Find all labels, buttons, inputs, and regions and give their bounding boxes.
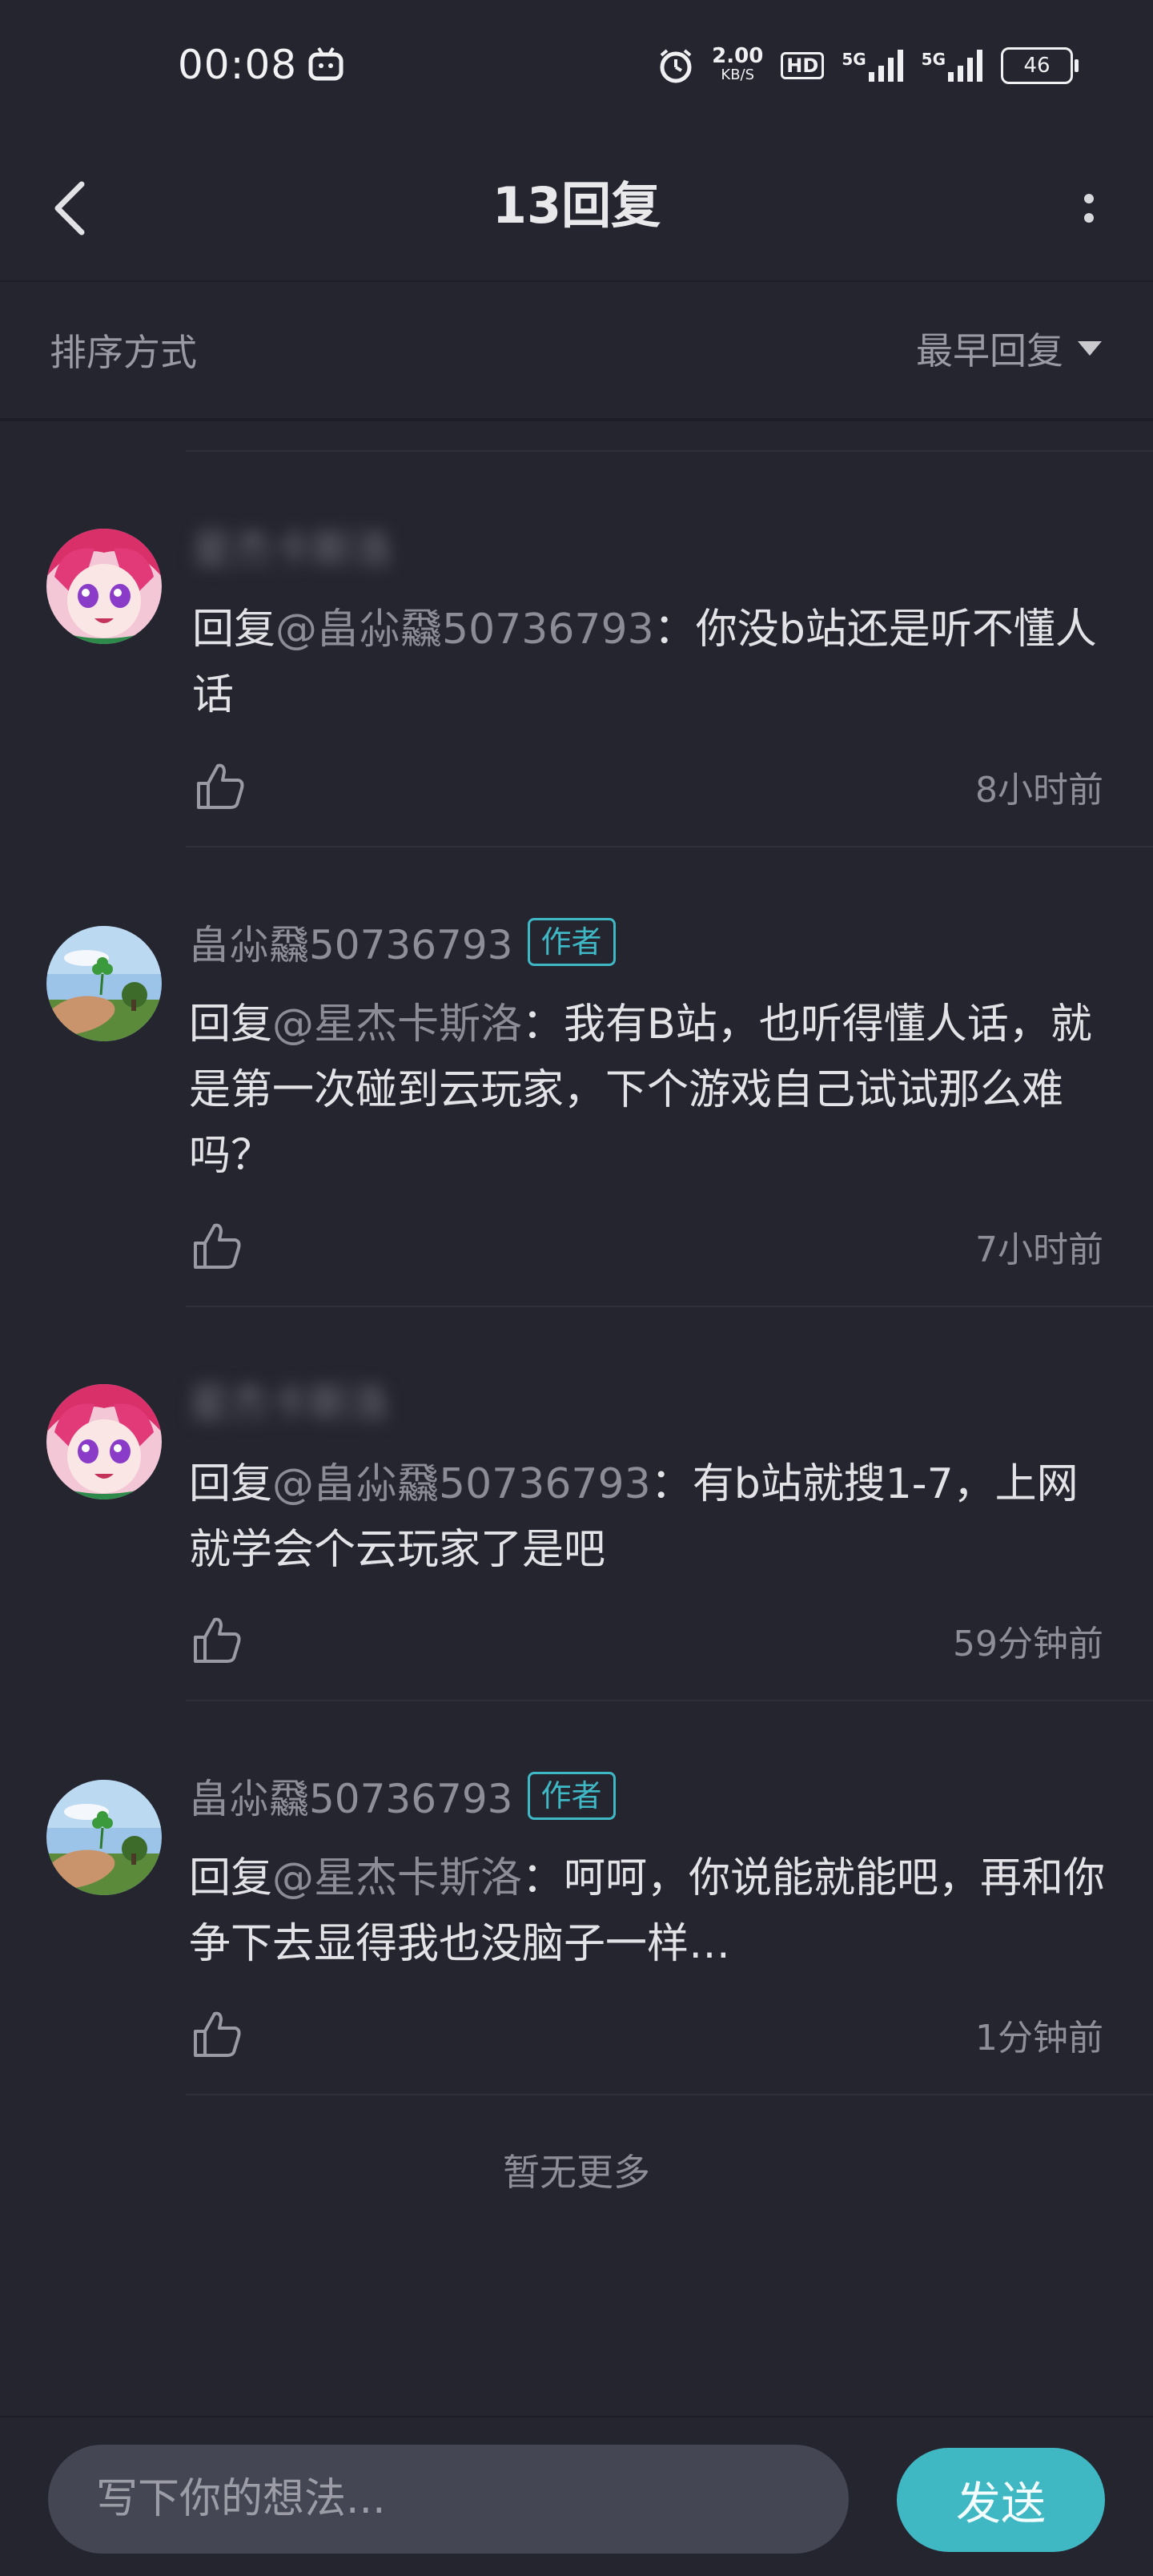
- signal-5g-1: 5G: [842, 50, 903, 82]
- divider: [186, 846, 1153, 847]
- mention-link[interactable]: @畠尛飝50736793: [275, 606, 654, 654]
- comment-time: 59分钟前: [953, 1624, 1103, 1664]
- reply-prefix: 回复: [192, 606, 276, 654]
- separator: ：: [650, 1460, 693, 1508]
- avatar[interactable]: [46, 529, 162, 644]
- thumbs-up-icon[interactable]: [189, 2006, 245, 2062]
- mention-link[interactable]: @畠尛飝50736793: [272, 1460, 651, 1508]
- hd-voice-icon: HD: [781, 52, 825, 79]
- tv-app-icon: [308, 46, 343, 81]
- username-text: 畠尛飝50736793: [189, 922, 513, 968]
- status-indicators: 2.00 KB/S HD 5G 5G 46: [657, 42, 1079, 90]
- thumbs-up-icon[interactable]: [192, 758, 248, 814]
- top-bar: 13回复: [0, 136, 1153, 282]
- page-title: 13回复: [492, 176, 661, 235]
- status-time: 00:08: [178, 42, 298, 88]
- comment-body: 回复@星杰卡斯洛：呵呵，你说能就能吧，再和你争下去显得我也没脑子一样…: [189, 1845, 1110, 1977]
- battery-indicator: 46: [1001, 47, 1079, 84]
- comment-time: 7小时前: [975, 1230, 1103, 1270]
- avatar[interactable]: [46, 926, 162, 1041]
- divider: [186, 1700, 1153, 1701]
- reply-prefix: 回复: [189, 1460, 273, 1508]
- comment-username[interactable]: 星杰卡斯洛: [189, 1371, 389, 1429]
- reply-input-bar: 发送: [0, 2416, 1153, 2576]
- reply-prefix: 回复: [189, 1854, 273, 1902]
- status-bar: 00:08 2.00 KB/S HD 5G 5G 46: [0, 0, 1153, 136]
- more-vertical-icon-dot: [1084, 213, 1094, 223]
- author-badge: 作者: [527, 1772, 616, 1820]
- username-text: 星杰卡斯洛: [192, 526, 392, 573]
- reply-input[interactable]: [48, 2445, 849, 2554]
- signal-bars-icon: [868, 50, 903, 82]
- divider: [186, 1306, 1153, 1307]
- divider: [186, 450, 1153, 452]
- mention-link[interactable]: @星杰卡斯洛: [272, 1000, 522, 1049]
- signal-label: 5G: [921, 50, 946, 69]
- comment-username[interactable]: 畠尛飝50736793 作者: [189, 1767, 616, 1825]
- more-options-button[interactable]: [1057, 168, 1121, 248]
- signal-5g-2: 5G: [922, 50, 983, 82]
- avatar[interactable]: [46, 1780, 162, 1895]
- clover-hand-avatar-image: [46, 926, 162, 1041]
- thumbs-up-icon[interactable]: [189, 1612, 245, 1668]
- more-vertical-icon: [1084, 194, 1094, 203]
- comment-username[interactable]: 畠尛飝50736793 作者: [189, 913, 616, 971]
- separator: ：: [522, 1854, 564, 1902]
- username-text: 星杰卡斯洛: [189, 1380, 389, 1427]
- comment-body: 回复@畠尛飝50736793：有b站就搜1-7，上网就学会个云玩家了是吧: [189, 1451, 1110, 1583]
- reply-thread-page: 00:08 2.00 KB/S HD 5G 5G 46 13回复 排序方式 最早…: [0, 0, 1153, 2576]
- separator: ：: [653, 606, 696, 654]
- author-badge: 作者: [527, 918, 616, 966]
- mention-link[interactable]: @星杰卡斯洛: [272, 1854, 522, 1902]
- sort-bar: 排序方式 最早回复: [0, 282, 1153, 421]
- anime-avatar-image: [46, 1384, 162, 1499]
- thumbs-up-icon[interactable]: [189, 1218, 245, 1274]
- network-speed-unit: KB/S: [721, 66, 755, 83]
- sort-selected-value: 最早回复: [916, 329, 1063, 372]
- comment-time: 8小时前: [975, 770, 1103, 811]
- signal-bars-icon: [948, 50, 982, 82]
- signal-label: 5G: [842, 50, 866, 69]
- sort-dropdown[interactable]: 最早回复: [916, 322, 1103, 375]
- dropdown-triangle-icon: [1078, 341, 1102, 356]
- anime-avatar-image: [46, 529, 162, 644]
- comment-body: 回复@畠尛飝50736793：你没b站还是听不懂人话: [192, 597, 1113, 728]
- comment-username[interactable]: 星杰卡斯洛: [192, 517, 392, 575]
- alarm-icon: [660, 49, 692, 83]
- comment-time: 1分钟前: [975, 2018, 1103, 2059]
- clover-hand-avatar-image: [46, 1780, 162, 1895]
- end-of-list-text: 暂无更多: [503, 2151, 650, 2194]
- comment-body: 回复@星杰卡斯洛：我有B站，也听得懂人话，就是第一次碰到云玩家，下个游戏自己试试…: [189, 992, 1110, 1189]
- reply-prefix: 回复: [189, 1000, 273, 1049]
- avatar[interactable]: [46, 1384, 162, 1499]
- send-button[interactable]: 发送: [897, 2448, 1105, 2552]
- network-speed: 2.00 KB/S: [712, 46, 763, 85]
- divider: [186, 2094, 1153, 2095]
- sort-label: 排序方式: [50, 331, 197, 374]
- username-text: 畠尛飝50736793: [189, 1776, 513, 1822]
- separator: ：: [522, 1000, 564, 1049]
- network-speed-value: 2.00: [712, 44, 764, 68]
